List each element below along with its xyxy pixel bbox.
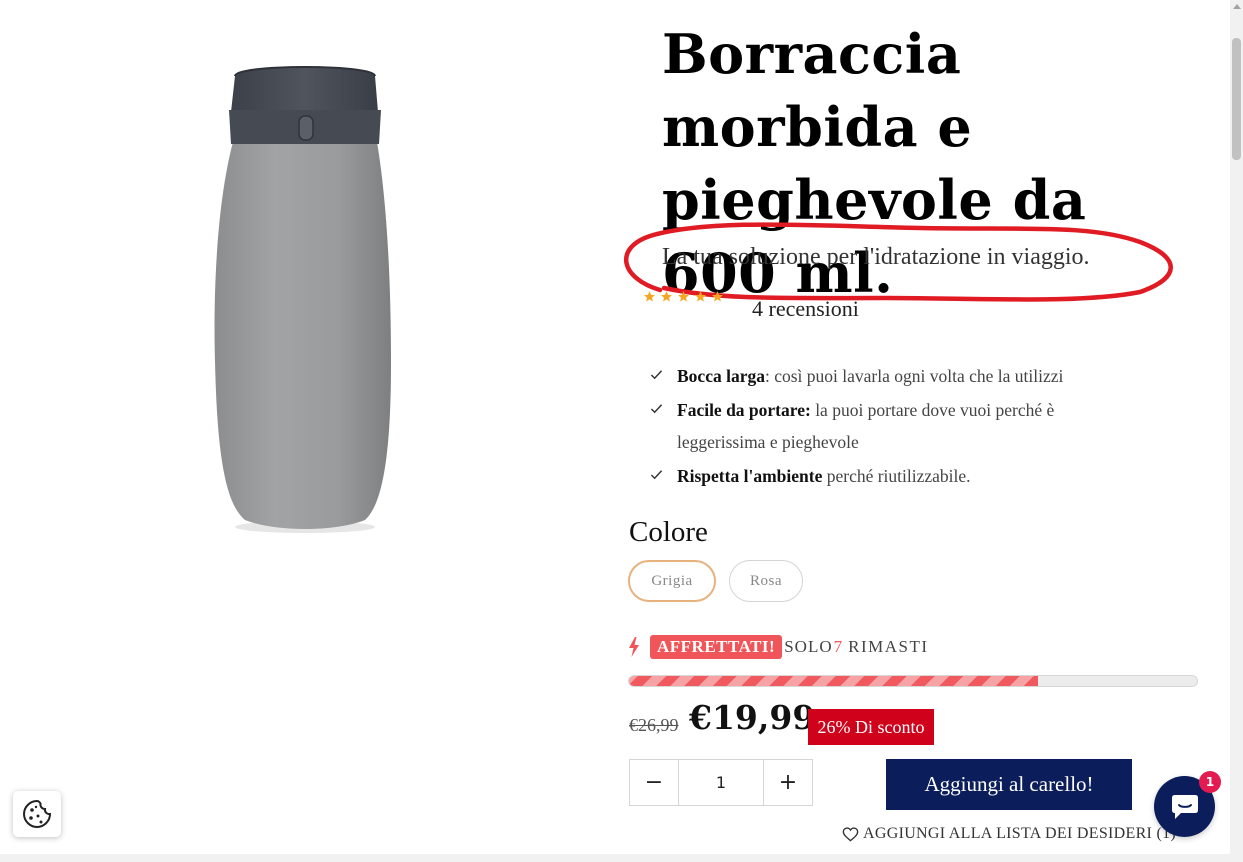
reviews-link[interactable]: 4 recensioni <box>752 296 859 322</box>
old-price: €26,99 <box>629 715 679 735</box>
hurry-badge: AFFRETTATI! <box>650 635 783 659</box>
cookie-icon <box>22 799 52 829</box>
add-to-wishlist-link[interactable]: AGGIUNGI ALLA LISTA DEI DESIDERI (1) <box>842 825 1176 843</box>
star-icon <box>678 291 689 302</box>
quantity-minus-button[interactable]: − <box>630 760 678 805</box>
feature-item: Facile da portare: la puoi portare dove … <box>650 394 1120 458</box>
quantity-plus-button[interactable]: + <box>764 760 812 805</box>
scroll-up-arrow-icon[interactable] <box>1233 4 1241 9</box>
feature-text: perché riutilizzabile. <box>822 466 971 486</box>
feature-title: Facile da portare: <box>677 400 811 420</box>
rating-stars <box>643 290 724 303</box>
color-option-rosa[interactable]: Rosa <box>729 560 803 602</box>
stock-progress-bar <box>628 675 1198 687</box>
current-price: €19,99 <box>689 698 816 737</box>
feature-title: Bocca larga <box>677 366 765 386</box>
check-icon <box>650 370 663 380</box>
color-label: Colore <box>629 516 708 548</box>
discount-badge: 26% Di sconto <box>808 709 934 745</box>
chat-icon <box>1171 794 1198 819</box>
stock-count: 7 <box>833 637 843 656</box>
stock-urgency: AFFRETTATI! SOLO 7 RIMASTI <box>628 632 929 662</box>
chat-notification-badge: 1 <box>1199 771 1221 793</box>
cookie-settings-button[interactable] <box>13 791 61 837</box>
check-icon <box>650 470 663 480</box>
check-icon <box>650 404 663 414</box>
quantity-stepper: − + <box>629 759 813 806</box>
lightning-icon <box>629 637 639 657</box>
quantity-input[interactable] <box>678 760 764 805</box>
stock-progress-fill <box>629 676 1038 686</box>
product-subtitle: La tua soluzione per l'idratazione in vi… <box>662 244 1090 270</box>
heart-icon <box>842 826 859 842</box>
feature-item: Rispetta l'ambiente perché riutilizzabil… <box>650 460 1120 492</box>
only-text: SOLO <box>784 637 833 656</box>
feature-list: Bocca larga: così puoi lavarla ogni volt… <box>650 360 1120 494</box>
feature-title: Rispetta l'ambiente <box>677 466 823 486</box>
wishlist-label: AGGIUNGI ALLA LISTA DEI DESIDERI (1) <box>863 825 1177 842</box>
star-icon <box>695 291 706 302</box>
vertical-scrollbar[interactable] <box>1230 0 1243 854</box>
color-option-grigia[interactable]: Grigia <box>628 560 716 602</box>
feature-item: Bocca larga: così puoi lavarla ogni volt… <box>650 360 1120 392</box>
scrollbar-thumb[interactable] <box>1232 38 1241 160</box>
feature-text: : così puoi lavarla ogni volta che la ut… <box>764 366 1064 386</box>
horizontal-scrollbar <box>0 854 1243 862</box>
star-icon <box>661 291 672 302</box>
product-image <box>214 66 391 533</box>
star-icon <box>712 291 723 302</box>
left-text: RIMASTI <box>848 637 929 656</box>
add-to-cart-button[interactable]: Aggiungi al carello! <box>886 759 1132 810</box>
star-icon <box>644 291 655 302</box>
